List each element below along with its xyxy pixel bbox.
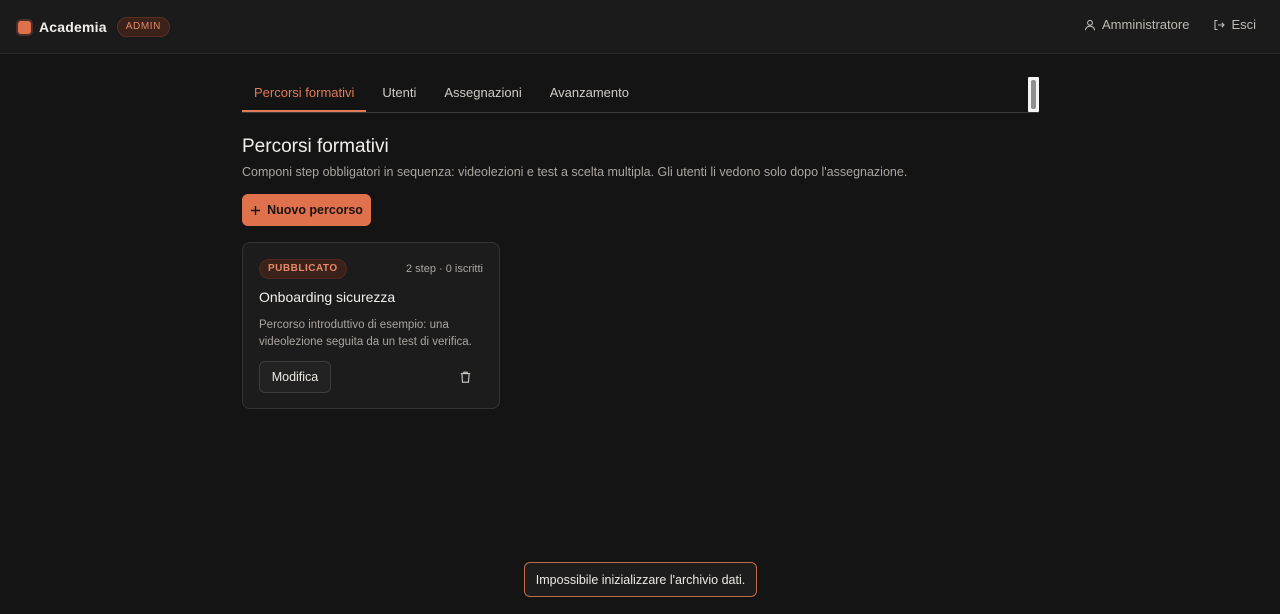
course-meta: 2 step · 0 iscritti — [405, 263, 483, 275]
error-toast: Impossibile inizializzare l'archivio dat… — [524, 562, 757, 597]
plus-icon — [251, 205, 261, 215]
header-actions: Amministratore Esci — [1084, 17, 1256, 32]
new-course-label: Nuovo percorso — [267, 203, 363, 217]
brand-square-icon — [18, 20, 31, 34]
tab-avanzamento[interactable]: Avanzamento — [538, 77, 641, 112]
main-tabs: Percorsi formativi Utenti Assegnazioni A… — [242, 78, 1039, 113]
page-subtitle: Componi step obbligatori in sequenza: vi… — [242, 165, 908, 179]
status-badge: PUBBLICATO — [259, 259, 347, 279]
brand[interactable]: Academia ADMIN — [18, 16, 170, 38]
page-title: Percorsi formativi — [242, 136, 389, 157]
app-name: Academia — [39, 19, 107, 35]
tabs-scrollbar[interactable] — [1028, 77, 1039, 112]
course-card: PUBBLICATO 2 step · 0 iscritti Onboardin… — [242, 242, 500, 409]
tab-utenti[interactable]: Utenti — [370, 77, 428, 112]
logout-label: Esci — [1231, 17, 1256, 32]
toast-message: Impossibile inizializzare l'archivio dat… — [535, 572, 746, 587]
user-menu[interactable]: Amministratore — [1084, 17, 1189, 32]
top-bar: Academia ADMIN Amministratore Esci — [0, 0, 1280, 54]
edit-course-button[interactable]: Modifica — [259, 361, 331, 393]
logout-button[interactable]: Esci — [1213, 17, 1256, 32]
trash-icon — [460, 371, 470, 383]
delete-course-button[interactable] — [455, 367, 475, 387]
user-icon — [1084, 19, 1096, 30]
role-badge: ADMIN — [116, 17, 170, 37]
tab-assegnazioni[interactable]: Assegnazioni — [432, 77, 533, 112]
tab-percorsi-formativi[interactable]: Percorsi formativi — [242, 77, 367, 112]
course-description: Percorso introduttivo di esempio: una vi… — [259, 319, 472, 348]
user-label: Amministratore — [1102, 17, 1190, 32]
logout-icon — [1214, 19, 1226, 30]
new-course-button[interactable]: Nuovo percorso — [242, 194, 371, 226]
course-title: Onboarding sicurezza — [259, 289, 396, 305]
